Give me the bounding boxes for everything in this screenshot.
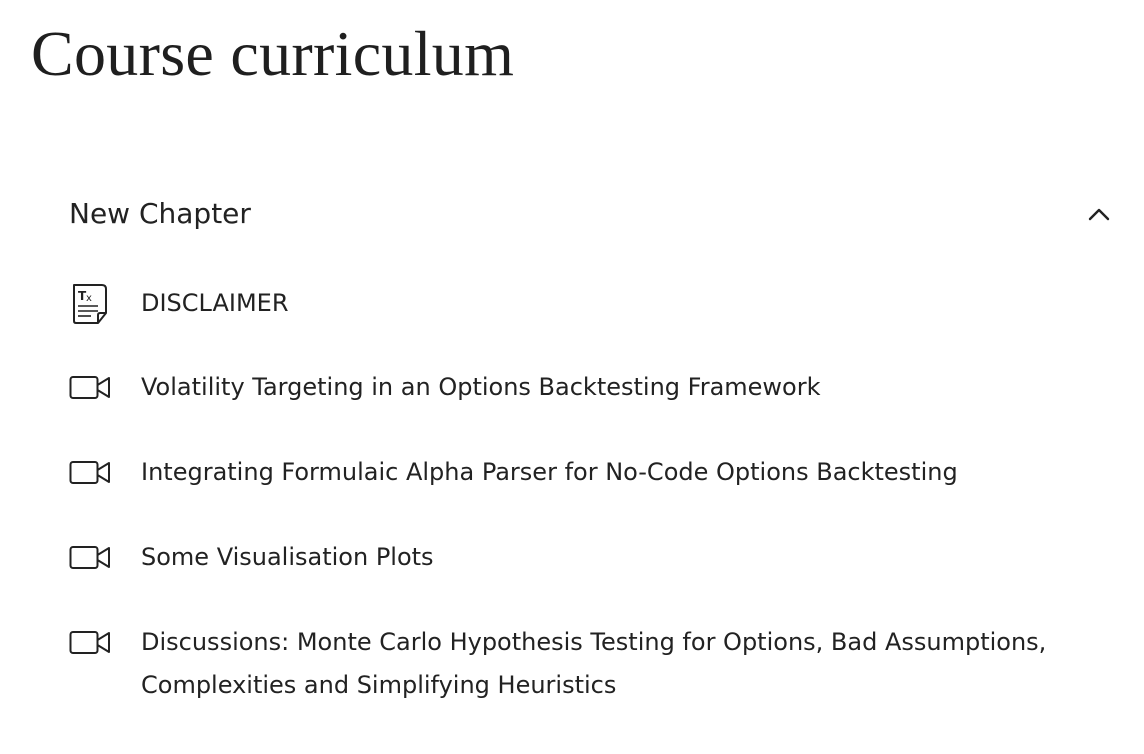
svg-text:x: x (86, 293, 92, 304)
chevron-up-icon[interactable] (1087, 204, 1111, 224)
text-document-icon: T x (73, 284, 107, 324)
chapter-header-new-chapter[interactable]: New Chapter (69, 188, 1119, 240)
video-camera-icon (69, 376, 110, 399)
lesson-title: Volatility Targeting in an Options Backt… (141, 373, 821, 401)
lesson-item[interactable]: Some Visualisation Plots (69, 536, 1119, 580)
video-camera-icon (69, 546, 110, 569)
lesson-item[interactable]: Discussions: Monte Carlo Hypothesis Test… (69, 621, 1119, 711)
lesson-item[interactable]: Integrating Formulaic Alpha Parser for N… (69, 451, 1119, 495)
video-camera-icon (69, 461, 110, 484)
lesson-title: Integrating Formulaic Alpha Parser for N… (141, 458, 958, 486)
lesson-title: DISCLAIMER (141, 289, 289, 317)
chapter-title: New Chapter (69, 197, 251, 230)
lesson-item-disclaimer[interactable]: T x DISCLAIMER (69, 282, 1119, 326)
video-camera-icon (69, 631, 110, 654)
lesson-item[interactable]: Volatility Targeting in an Options Backt… (69, 366, 1119, 410)
page-title: Course curriculum (31, 18, 515, 89)
lesson-title: Discussions: Monte Carlo Hypothesis Test… (141, 628, 1047, 699)
lesson-title: Some Visualisation Plots (141, 543, 434, 571)
